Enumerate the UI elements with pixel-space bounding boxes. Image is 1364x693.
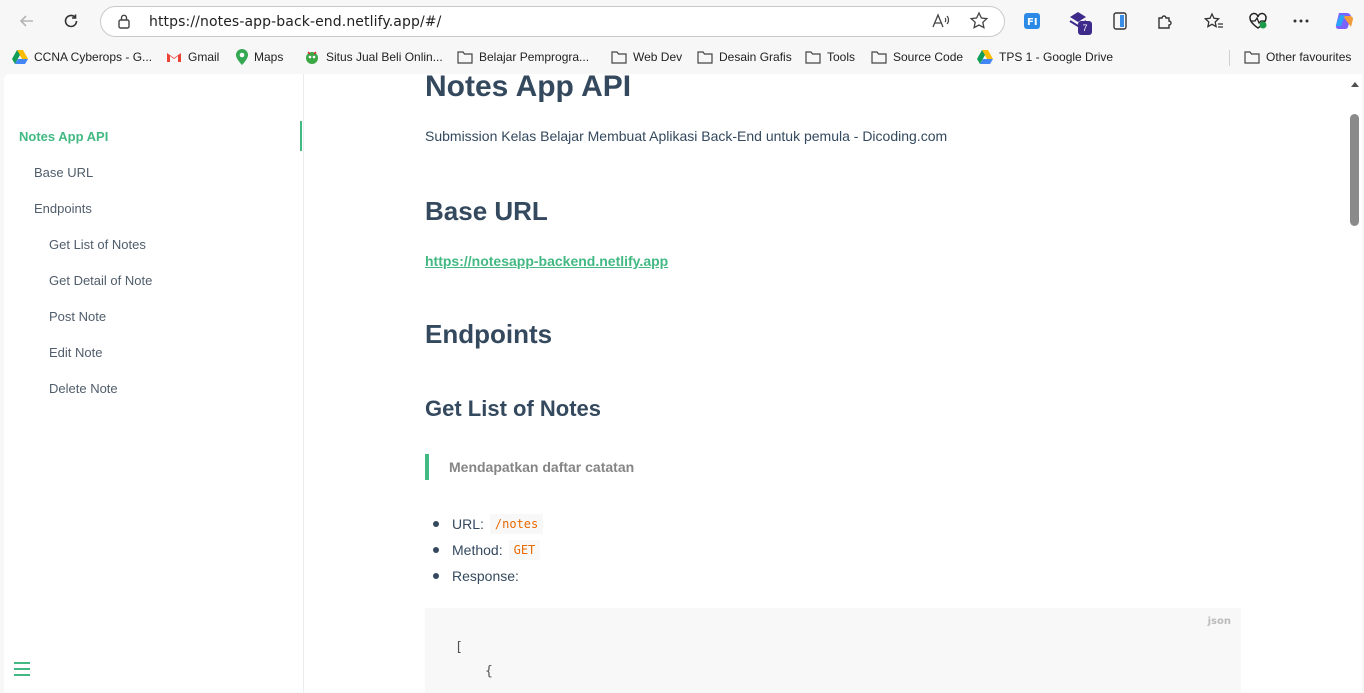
- bookmark-tools[interactable]: Tools: [805, 44, 855, 70]
- base-url-link[interactable]: https://notesapp-backend.netlify.app: [425, 253, 668, 269]
- code-line: {: [485, 664, 493, 679]
- bookmark-belajar[interactable]: Belajar Pemprogra...: [457, 44, 589, 70]
- scrollbar-thumb[interactable]: [1350, 114, 1359, 226]
- address-bar[interactable]: https://notes-app-back-end.netlify.app/#…: [100, 6, 1005, 37]
- folder-icon: [1244, 51, 1260, 64]
- list-item-method: Method: GET: [433, 540, 541, 560]
- folder-icon: [805, 51, 821, 64]
- sidebar-item-get-list-of-notes[interactable]: Get List of Notes: [49, 237, 146, 252]
- base-url-heading: Base URL: [425, 196, 548, 226]
- lock-icon: [118, 14, 130, 29]
- get-list-blockquote: Mendapatkan daftar catatan: [425, 454, 634, 480]
- bookmark-webdev[interactable]: Web Dev: [611, 44, 682, 70]
- bookmark-ccna[interactable]: CCNA Cyberops - G...: [12, 44, 152, 70]
- read-aloud-icon[interactable]: [931, 12, 951, 30]
- get-list-heading: Get List of Notes: [425, 396, 602, 421]
- sidebar-toggle-icon[interactable]: [12, 660, 32, 678]
- back-button[interactable]: [14, 8, 40, 34]
- folder-icon: [871, 51, 887, 64]
- bookmark-tps[interactable]: TPS 1 - Google Drive: [977, 44, 1113, 70]
- list-item-response: Response:: [433, 568, 519, 584]
- method-code: GET: [508, 540, 541, 560]
- active-indicator: [300, 121, 302, 151]
- bookmark-situs[interactable]: Situs Jual Beli Onlin...: [304, 44, 443, 70]
- endpoints-heading: Endpoints: [425, 319, 553, 349]
- bullet: [433, 521, 439, 527]
- sidebar: Notes App API Base URL Endpoints Get Lis…: [4, 74, 304, 692]
- url-label: URL:: [452, 516, 484, 532]
- code-language-label: json: [1207, 616, 1231, 627]
- phone-extension-icon[interactable]: [1108, 9, 1132, 33]
- favourites-icon[interactable]: [1202, 9, 1226, 33]
- response-label: Response:: [452, 568, 519, 584]
- browser-toolbar: https://notes-app-back-end.netlify.app/#…: [0, 0, 1364, 42]
- back-arrow-icon: [19, 15, 33, 27]
- add-favourite-star-icon[interactable]: [969, 11, 989, 31]
- other-favourites[interactable]: Other favourites: [1244, 44, 1351, 70]
- page-description: Submission Kelas Belajar Membuat Aplikas…: [425, 128, 948, 144]
- method-label: Method:: [452, 542, 503, 558]
- gmail-icon: [167, 53, 181, 62]
- bookmarks-bar: CCNA Cyberops - G... Gmail Maps Situs Ju…: [0, 44, 1364, 70]
- extension-badge: 7: [1078, 21, 1092, 35]
- main-content: Notes App API Submission Kelas Belajar M…: [304, 74, 1346, 692]
- svg-text:FI: FI: [1027, 17, 1038, 28]
- translate-extension-icon[interactable]: FI: [1020, 9, 1044, 33]
- sidebar-item-base-url[interactable]: Base URL: [34, 165, 93, 180]
- folder-icon: [697, 51, 713, 64]
- sidebar-item-get-detail-of-note[interactable]: Get Detail of Note: [49, 273, 152, 288]
- bullet: [433, 547, 439, 553]
- bookmarks-divider: [1229, 50, 1230, 66]
- bullet: [433, 573, 439, 579]
- bookmark-gmail[interactable]: Gmail: [166, 44, 219, 70]
- page-scrollbar[interactable]: [1348, 74, 1362, 692]
- copilot-icon[interactable]: [1332, 9, 1356, 33]
- page-viewport: Notes App API Base URL Endpoints Get Lis…: [4, 74, 1362, 692]
- sidebar-item-delete-note[interactable]: Delete Note: [49, 381, 118, 396]
- more-icon[interactable]: [1289, 9, 1313, 33]
- bookmark-maps[interactable]: Maps: [236, 44, 283, 70]
- extensions-icon[interactable]: [1153, 9, 1177, 33]
- shop-icon: [306, 51, 318, 64]
- list-item-url: URL: /notes: [433, 514, 544, 534]
- sidebar-item-endpoints[interactable]: Endpoints: [34, 201, 92, 216]
- performance-icon[interactable]: [1246, 9, 1270, 33]
- bookmark-sourcecode[interactable]: Source Code: [871, 44, 963, 70]
- reload-button[interactable]: [58, 8, 84, 34]
- folder-icon: [457, 51, 473, 64]
- folder-icon: [611, 51, 627, 64]
- browser-window: https://notes-app-back-end.netlify.app/#…: [0, 0, 1364, 693]
- google-drive-icon: [977, 50, 993, 64]
- maps-icon: [236, 49, 248, 65]
- sidebar-item-post-note[interactable]: Post Note: [49, 309, 106, 324]
- code-line: [: [455, 640, 463, 655]
- bookmark-desain[interactable]: Desain Grafis: [697, 44, 792, 70]
- code-block[interactable]: json [ {: [425, 608, 1241, 692]
- page-title: Notes App API: [425, 74, 632, 103]
- sidebar-item-edit-note[interactable]: Edit Note: [49, 345, 102, 360]
- url-code: /notes: [489, 514, 544, 534]
- google-drive-icon: [12, 50, 28, 64]
- reload-icon: [64, 14, 78, 28]
- sidebar-item-notes-app-api[interactable]: Notes App API: [19, 129, 108, 144]
- scroll-up-arrow-icon[interactable]: [1351, 82, 1359, 87]
- url-text[interactable]: https://notes-app-back-end.netlify.app/#…: [149, 14, 441, 30]
